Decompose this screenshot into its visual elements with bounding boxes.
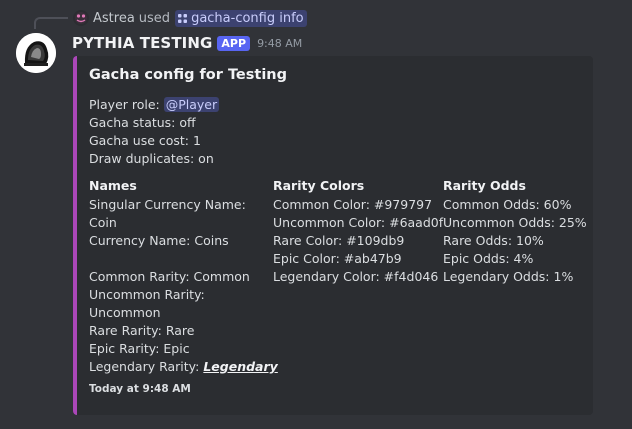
player-role-mention[interactable]: @Player xyxy=(163,97,220,112)
draw-duplicates-line: Draw duplicates: on xyxy=(89,151,214,166)
common-rarity-line: Common Rarity: Common xyxy=(89,269,250,284)
common-odds-line: Common Odds: 60% xyxy=(443,197,572,212)
epic-color-line: Epic Color: #ab47b9 xyxy=(273,251,402,266)
epic-odds-line: Epic Odds: 4% xyxy=(443,251,534,266)
player-role-label: Player role: xyxy=(89,97,164,112)
message-header: PYTHIA TESTING APP 9:48 AM xyxy=(72,32,302,54)
legendary-color-line: Legendary Color: #f4d046 xyxy=(273,269,439,284)
field-names-title: Names xyxy=(89,178,137,193)
embed-title: Gacha config for Testing xyxy=(89,67,287,83)
uncommon-odds-line: Uncommon Odds: 25% xyxy=(443,215,587,230)
reply-connector-line xyxy=(34,17,68,29)
rare-rarity-line: Rare Rarity: Rare xyxy=(89,323,195,338)
slash-command-icon xyxy=(178,13,188,23)
embed-card: Gacha config for Testing Player role: @P… xyxy=(73,56,593,415)
common-color-line: Common Color: #979797 xyxy=(273,197,433,212)
field-colors-title: Rarity Colors xyxy=(273,178,365,193)
player-role-line: Player role: @Player xyxy=(89,96,220,114)
rare-color-line: Rare Color: #109db9 xyxy=(273,233,405,248)
bot-username[interactable]: PYTHIA TESTING xyxy=(72,34,212,52)
singular-currency-label: Singular Currency Name: xyxy=(89,197,246,212)
field-rarity-colors: Rarity Colors Common Color: #979797 Unco… xyxy=(273,177,443,286)
app-badge: APP xyxy=(217,35,251,51)
singular-currency-value: Coin xyxy=(89,215,117,230)
command-name: gacha-config info xyxy=(191,10,304,26)
gacha-cost-line: Gacha use cost: 1 xyxy=(89,133,201,148)
reply-avatar-icon[interactable] xyxy=(73,10,89,26)
command-mention[interactable]: gacha-config info xyxy=(175,9,307,27)
field-odds-title: Rarity Odds xyxy=(443,178,526,193)
embed-description: Player role: @Player Gacha status: off G… xyxy=(89,96,220,168)
reply-used-text: used xyxy=(138,10,171,26)
reply-username[interactable]: Astrea xyxy=(93,11,135,26)
epic-rarity-line: Epic Rarity: Epic xyxy=(89,341,190,356)
uncommon-color-line: Uncommon Color: #6aad0f xyxy=(273,215,444,230)
currency-name-line: Currency Name: Coins xyxy=(89,233,229,248)
legendary-rarity-label: Legendary Rarity: xyxy=(89,359,204,374)
message-timestamp[interactable]: 9:48 AM xyxy=(257,37,302,50)
rare-odds-line: Rare Odds: 10% xyxy=(443,233,544,248)
bot-avatar[interactable] xyxy=(16,33,56,73)
uncommon-rarity-label: Uncommon Rarity: xyxy=(89,287,205,302)
chat-message: Astrea used gacha-config info PYTHIA TES… xyxy=(0,0,632,429)
embed-footer-timestamp: Today at 9:48 AM xyxy=(89,383,191,395)
reply-context[interactable]: Astrea used gacha-config info xyxy=(73,9,307,27)
uncommon-rarity-value: Uncommon xyxy=(89,305,161,320)
field-names: Names Singular Currency Name: Coin Curre… xyxy=(89,177,278,376)
legendary-rarity-line: Legendary Rarity: Legendary xyxy=(89,358,278,376)
legendary-odds-line: Legendary Odds: 1% xyxy=(443,269,574,284)
field-rarity-odds: Rarity Odds Common Odds: 60% Uncommon Od… xyxy=(443,177,587,286)
gacha-status-line: Gacha status: off xyxy=(89,115,196,130)
legendary-rarity-value: Legendary xyxy=(203,359,278,374)
